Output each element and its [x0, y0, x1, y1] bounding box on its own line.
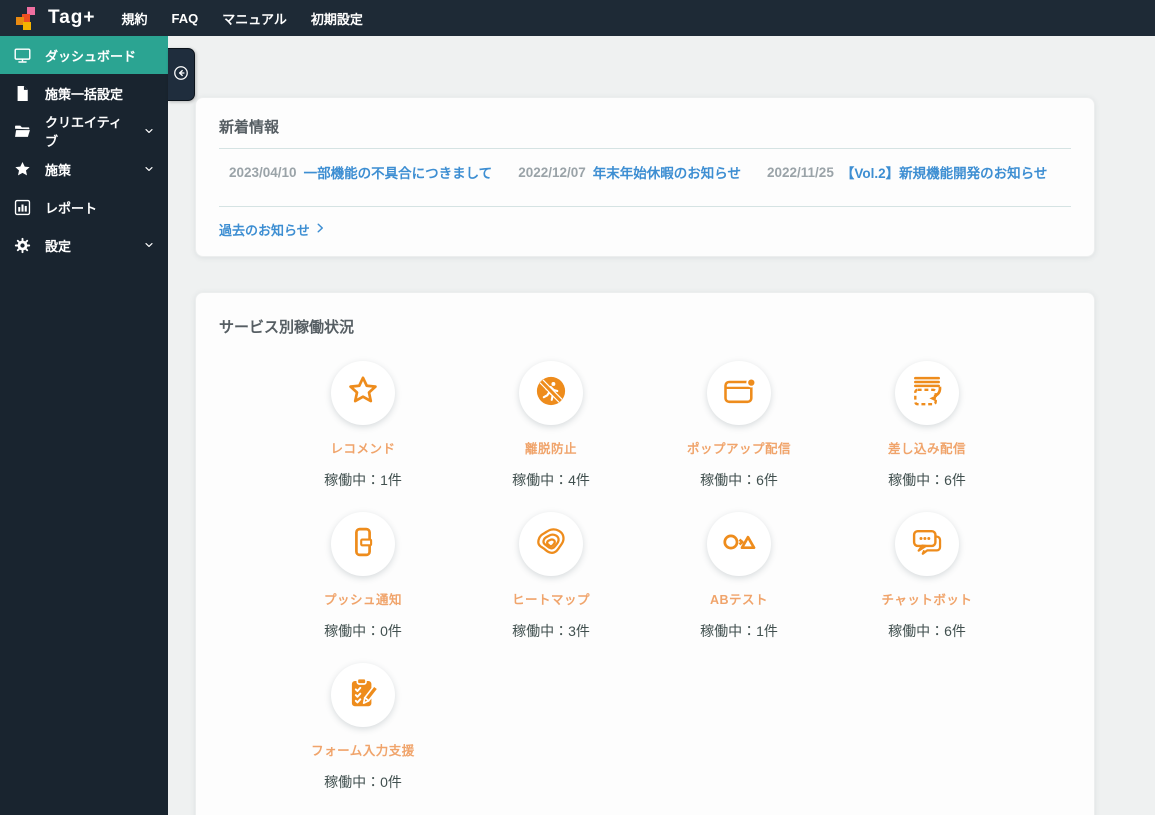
- navbar-menu-item-初期設定[interactable]: 初期設定: [311, 9, 363, 28]
- services-card: サービス別稼働状況 レコメンド 稼働中：1件 離脱防止 稼働中：4件 ポップアッ…: [195, 292, 1095, 815]
- navbar-menu-item-マニュアル[interactable]: マニュアル: [222, 9, 287, 28]
- service-item: 差し込み配信 稼働中：6件: [833, 361, 1021, 490]
- sidebar-item[interactable]: 設定: [0, 226, 168, 264]
- service-active-count: 稼働中：6件: [888, 623, 966, 639]
- ab-test-icon: [721, 524, 757, 565]
- service-active-count: 稼働中：1件: [700, 623, 778, 639]
- news-link[interactable]: 一部機能の不具合につきまして: [304, 162, 493, 182]
- past-news-link[interactable]: 過去のお知らせ: [219, 220, 326, 239]
- heatmap-icon: [533, 524, 569, 565]
- main-content: 新着情報 2023/04/10 一部機能の不具合につきまして 2022/12/0…: [168, 36, 1155, 815]
- service-icon-button[interactable]: [707, 512, 771, 576]
- service-item: プッシュ通知 稼働中：0件: [269, 512, 457, 641]
- sidebar: ダッシュボード 施策一括設定 クリエイティブ 施策 レポート 設定: [0, 36, 168, 815]
- service-item: ヒートマップ 稼働中：3件: [457, 512, 645, 641]
- service-label: 離脱防止: [524, 442, 577, 456]
- insert-delivery-icon: [909, 373, 945, 414]
- navbar-menu: 規約 FAQ マニュアル 初期設定: [121, 9, 362, 28]
- folder-icon: [13, 122, 32, 141]
- news-item: 2022/11/25 【Vol.2】新規機能開発のお知らせ: [767, 162, 1047, 182]
- service-label: ABテスト: [709, 593, 769, 607]
- service-label: 差し込み配信: [887, 442, 966, 456]
- sidebar-item[interactable]: クリエイティブ: [0, 112, 168, 150]
- app-title: Tag+: [48, 7, 96, 28]
- document-icon: [13, 84, 32, 103]
- navbar-menu-item-規約[interactable]: 規約: [121, 9, 147, 28]
- service-active-count: 稼働中：0件: [324, 623, 402, 639]
- service-item: チャットボット 稼働中：6件: [833, 512, 1021, 641]
- news-row: 2023/04/10 一部機能の不具合につきまして 2022/12/07 年末年…: [219, 149, 1071, 195]
- service-label: ポップアップ配信: [686, 442, 791, 456]
- chevron-down-icon: [143, 239, 155, 251]
- past-news-label: 過去のお知らせ: [219, 223, 310, 238]
- service-label: レコメンド: [330, 442, 396, 456]
- sidebar-item[interactable]: 施策一括設定: [0, 74, 168, 112]
- sidebar-item-label: 施策: [45, 162, 72, 178]
- sidebar-item-label: 設定: [45, 238, 72, 254]
- sidebar-item-label: レポート: [45, 200, 98, 216]
- gear-icon: [13, 236, 32, 255]
- service-icon-button[interactable]: [519, 512, 583, 576]
- app-logo[interactable]: Tag+: [16, 5, 95, 31]
- service-label: プッシュ通知: [323, 593, 402, 607]
- navbar-menu-item-FAQ[interactable]: FAQ: [171, 11, 198, 26]
- sidebar-item-label: クリエイティブ: [45, 115, 122, 149]
- collapse-left-icon: [172, 64, 190, 85]
- logo-squares-icon: [16, 5, 40, 31]
- popup-delivery-icon: [721, 373, 757, 414]
- star-icon: [13, 160, 32, 179]
- monitor-icon: [13, 46, 32, 65]
- service-icon-button[interactable]: [331, 663, 395, 727]
- service-active-count: 稼働中：1件: [324, 472, 402, 488]
- service-item: レコメンド 稼働中：1件: [269, 361, 457, 490]
- exit-prevention-icon: [533, 373, 569, 414]
- service-icon-button[interactable]: [707, 361, 771, 425]
- service-active-count: 稼働中：4件: [512, 472, 590, 488]
- news-item: 2023/04/10 一部機能の不具合につきまして: [229, 162, 492, 182]
- sidebar-item-label: ダッシュボード: [45, 48, 137, 64]
- chevron-down-icon: [143, 163, 155, 175]
- sidebar-item[interactable]: ダッシュボード: [0, 36, 168, 74]
- service-icon-button[interactable]: [895, 361, 959, 425]
- sidebar-item[interactable]: 施策: [0, 150, 168, 188]
- service-icon-button[interactable]: [331, 361, 395, 425]
- chevron-right-icon: [314, 222, 326, 237]
- chatbot-icon: [909, 524, 945, 565]
- services-card-title: サービス別稼働状況: [219, 319, 355, 336]
- service-item: 離脱防止 稼働中：4件: [457, 361, 645, 490]
- chevron-down-icon: [143, 125, 155, 137]
- news-card: 新着情報 2023/04/10 一部機能の不具合につきまして 2022/12/0…: [195, 97, 1095, 257]
- service-label: チャットボット: [881, 593, 973, 607]
- news-link[interactable]: 年末年始休暇のお知らせ: [593, 162, 741, 182]
- service-active-count: 稼働中：6件: [700, 472, 778, 488]
- service-label: フォーム入力支援: [311, 744, 415, 758]
- news-date: 2022/11/25: [767, 164, 834, 180]
- bar-chart-icon: [13, 198, 32, 217]
- push-notification-icon: [345, 524, 381, 565]
- recommend-star-icon: [345, 373, 381, 414]
- top-navbar: Tag+ 規約 FAQ マニュアル 初期設定: [0, 0, 1155, 36]
- service-icon-button[interactable]: [519, 361, 583, 425]
- service-item: フォーム入力支援 稼働中：0件: [269, 663, 457, 792]
- divider: [219, 206, 1071, 207]
- service-active-count: 稼働中：0件: [324, 774, 402, 790]
- service-item: ポップアップ配信 稼働中：6件: [645, 361, 833, 490]
- service-icon-button[interactable]: [895, 512, 959, 576]
- service-active-count: 稼働中：6件: [888, 472, 966, 488]
- news-card-title: 新着情報: [219, 119, 280, 136]
- news-item: 2022/12/07 年末年始休暇のお知らせ: [518, 162, 741, 182]
- service-item: ABテスト 稼働中：1件: [645, 512, 833, 641]
- sidebar-item-label: 施策一括設定: [45, 86, 124, 102]
- service-active-count: 稼働中：3件: [512, 623, 590, 639]
- news-date: 2022/12/07: [518, 164, 586, 180]
- form-assist-icon: [345, 675, 381, 716]
- news-link[interactable]: 【Vol.2】新規機能開発のお知らせ: [841, 162, 1048, 182]
- services-grid: レコメンド 稼働中：1件 離脱防止 稼働中：4件 ポップアップ配信 稼働中：6件…: [219, 361, 1071, 792]
- service-label: ヒートマップ: [511, 593, 590, 607]
- sidebar-item[interactable]: レポート: [0, 188, 168, 226]
- sidebar-collapse-button[interactable]: [168, 48, 195, 101]
- service-icon-button[interactable]: [331, 512, 395, 576]
- news-date: 2023/04/10: [229, 164, 297, 180]
